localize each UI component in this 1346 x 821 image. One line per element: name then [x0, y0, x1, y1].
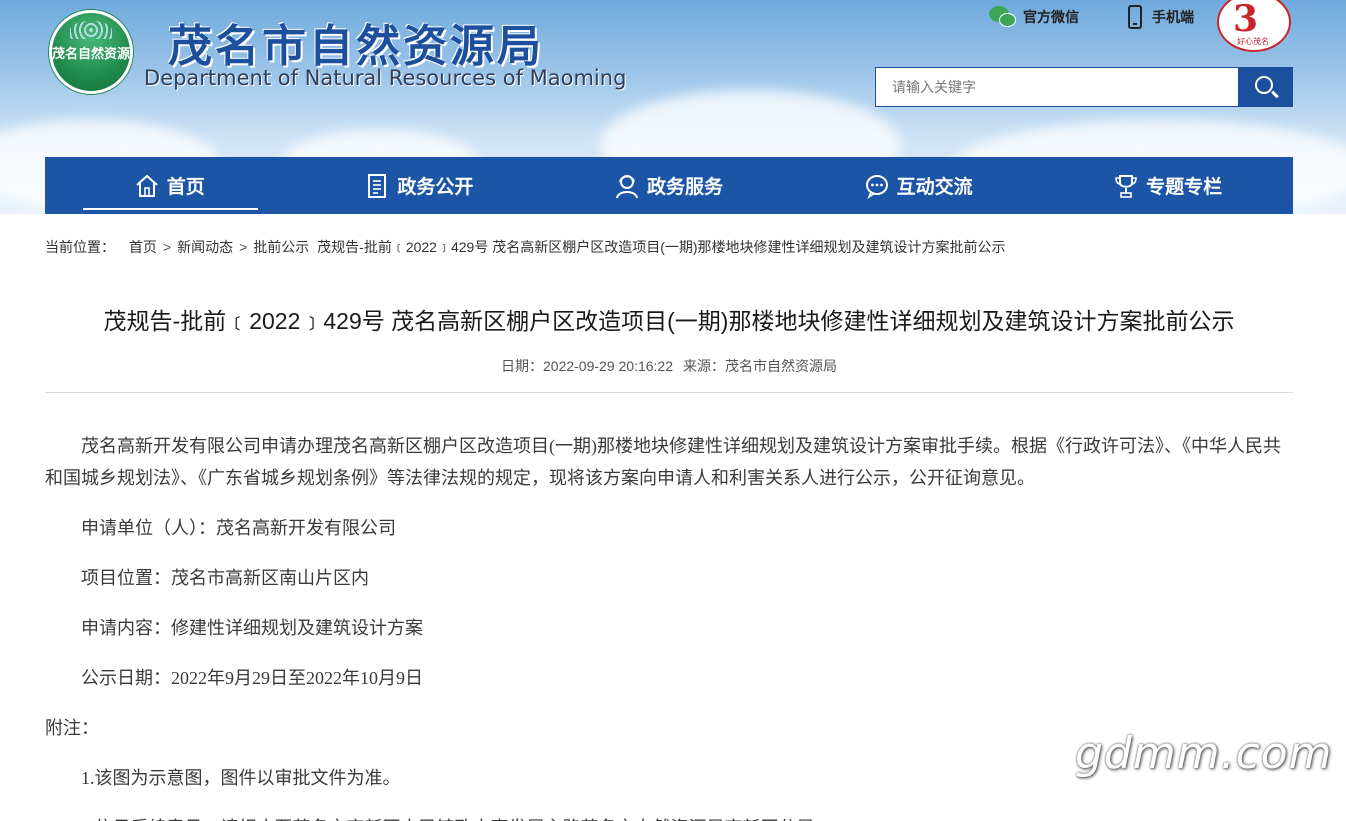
mobile-link[interactable]: 手机端 [1128, 4, 1194, 30]
phone-icon [1128, 5, 1142, 29]
wechat-label: 官方微信 [1023, 10, 1079, 26]
nav-label: 政务服务 [646, 176, 723, 198]
search-button[interactable] [1238, 67, 1293, 107]
breadcrumb: 当前位置： 首页 > 新闻动态 > 批前公示 茂规告-批前﹝2022﹞429号 茂名高新… [45, 237, 1006, 257]
wechat-link[interactable]: 官方微信 [989, 4, 1079, 30]
search-input[interactable] [875, 67, 1238, 107]
breadcrumb-pre-approval[interactable]: 批前公示 [253, 239, 309, 255]
trophy-icon [1114, 173, 1138, 199]
chat-bubble-icon [865, 173, 889, 199]
article-meta: 日期：2022-09-29 20:16:22 来源：茂名市自然资源局 [45, 356, 1293, 376]
article-source: 来源：茂名市自然资源局 [683, 358, 837, 374]
nav-label: 政务公开 [397, 176, 474, 198]
home-icon [135, 173, 159, 199]
nav-item-home[interactable]: 首页 [45, 157, 295, 214]
main-nav: 首页 政务公开 政务服务 互动交流 专题专栏 [45, 157, 1293, 214]
article-date: 日期：2022-09-29 20:16:22 [501, 358, 673, 374]
nav-label: 专题专栏 [1146, 176, 1223, 198]
nav-item-interaction[interactable]: 互动交流 [794, 157, 1044, 214]
divider [45, 392, 1293, 393]
location-line: 项目位置：茂名市高新区南山片区内 [81, 568, 369, 588]
breadcrumb-news[interactable]: 新闻动态 [177, 239, 233, 255]
wechat-icon [989, 6, 1017, 28]
article-paragraph: 茂名高新开发有限公司申请办理茂名高新区棚户区改造项目(一期)那楼地块修建性详细规… [45, 436, 1281, 488]
city-emblem[interactable]: 3 好心茂名 [1217, 0, 1291, 52]
nav-label: 首页 [166, 176, 205, 198]
breadcrumb-prefix: 当前位置： [45, 239, 115, 255]
emblem-mark: 3 [1233, 0, 1259, 40]
mobile-label: 手机端 [1152, 10, 1194, 26]
search-icon [1255, 76, 1273, 94]
nav-item-government-affairs[interactable]: 政务公开 [295, 157, 545, 214]
watermark: gdmm.com [1075, 728, 1333, 779]
nav-item-special-topics[interactable]: 专题专栏 [1043, 157, 1293, 214]
breadcrumb-home[interactable]: 首页 [129, 239, 157, 255]
service-person-icon [615, 173, 639, 199]
emblem-text: 好心茂名 [1237, 37, 1269, 46]
document-icon [365, 173, 389, 199]
logo-text: 茂名自然资源 [52, 47, 131, 62]
site-logo[interactable]: 茂名自然资源 [49, 10, 133, 94]
nav-item-services[interactable]: 政务服务 [544, 157, 794, 214]
logo-dots [70, 21, 112, 39]
nav-label: 互动交流 [896, 176, 973, 198]
search-box [875, 67, 1293, 107]
article-title: 茂规告-批前﹝2022﹞429号 茂名高新区棚户区改造项目(一期)那楼地块修建性… [103, 308, 1235, 334]
site-subtitle: Department of Natural Resources of Maomi… [144, 66, 627, 90]
applicant-line: 申请单位（人）：茂名高新开发有限公司 [81, 518, 396, 538]
breadcrumb-separator: > [239, 239, 248, 255]
site-title: 茂名市自然资源局 [168, 21, 544, 72]
period-line: 公示日期：2022年9月29日至2022年10月9日 [81, 668, 423, 688]
content-line: 申请内容：修建性详细规划及建筑设计方案 [81, 618, 423, 638]
breadcrumb-separator: > [162, 239, 172, 255]
breadcrumb-current[interactable]: 茂规告-批前﹝2022﹞429号 茂名高新区棚户区改造项目(一期)那楼地块修建性… [317, 239, 1005, 255]
note-line: 2.依日后续意见，请相应至茂名市高新区人民镇政人事发展主路茂名市自然资源局高新区… [45, 812, 1295, 821]
